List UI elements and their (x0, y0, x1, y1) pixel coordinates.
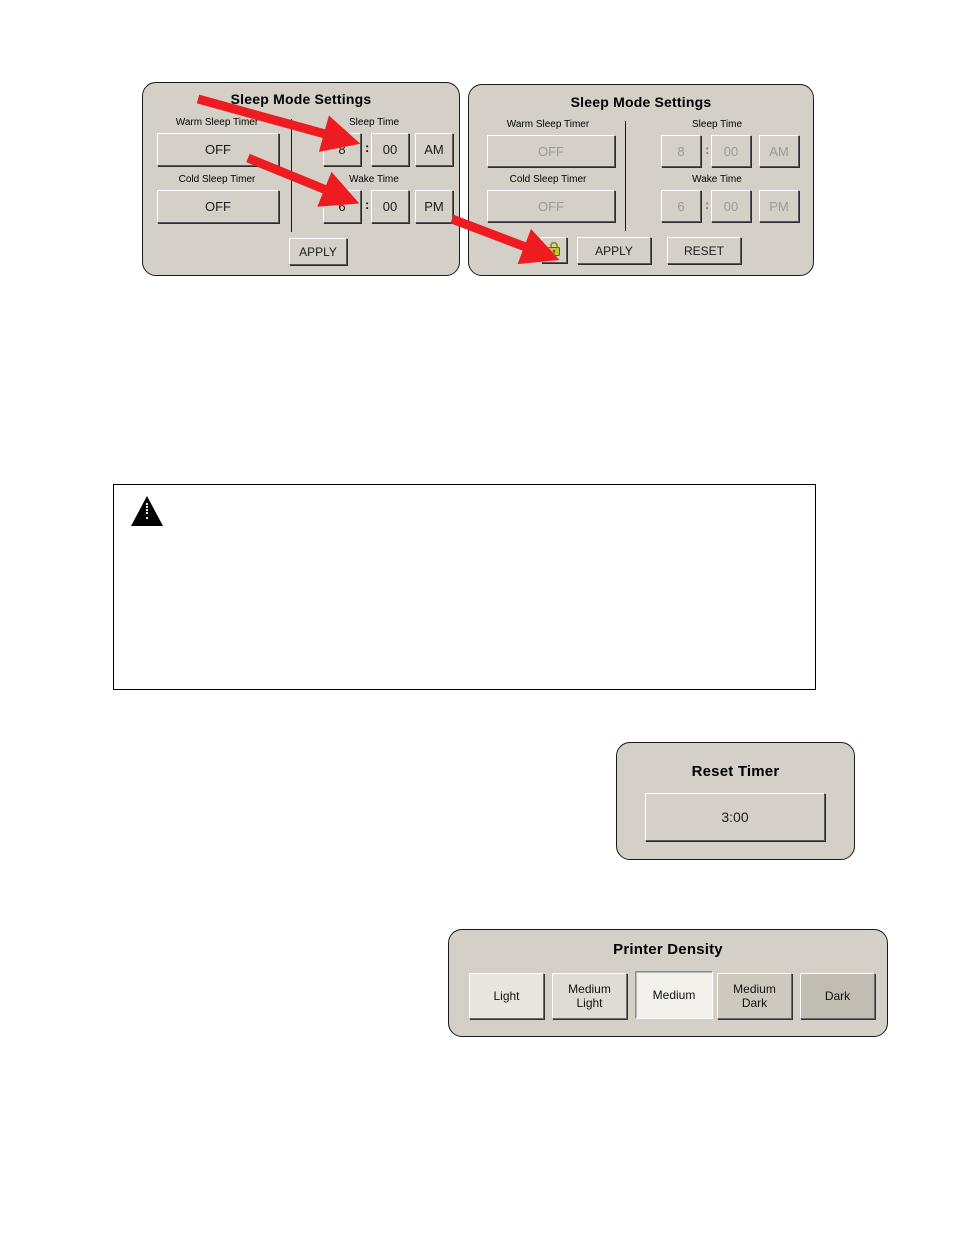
wake-hour-field-locked: 6 (661, 190, 701, 222)
sleep-hour-field[interactable]: 8 (323, 133, 361, 166)
density-option-dark-line1: Dark (824, 989, 851, 1003)
wake-time-label-locked: Wake Time (692, 174, 742, 185)
sleep-meridiem-field-locked: AM (759, 135, 799, 167)
sleep-mode-settings-panel-enabled: Sleep Mode Settings Warm Sleep Timer OFF… (142, 82, 460, 276)
sleep-hour-field-locked: 8 (661, 135, 701, 167)
panel-title-sleep-mode-enabled: Sleep Mode Settings (230, 91, 372, 107)
apply-button-locked[interactable]: APPLY (577, 237, 651, 264)
wake-meridiem-field-locked: PM (759, 190, 799, 222)
warm-sleep-timer-label: Warm Sleep Timer (175, 117, 259, 128)
cold-sleep-timer-value[interactable]: OFF (157, 190, 279, 223)
sleep-time-colon-locked: : (705, 142, 710, 157)
panel-title-reset-timer: Reset Timer (691, 763, 780, 780)
wake-time-colon-locked: : (705, 197, 710, 212)
density-option-medium-dark-line2: Dark (741, 996, 768, 1010)
panel-title-printer-density: Printer Density (613, 941, 723, 958)
density-option-medium-light[interactable]: Medium Light (552, 973, 627, 1019)
density-option-medium-line1: Medium (652, 988, 696, 1002)
warm-sleep-timer-value-locked: OFF (487, 135, 615, 167)
warm-sleep-timer-value[interactable]: OFF (157, 133, 279, 166)
printer-density-panel: Printer Density Light Medium Light Mediu… (448, 929, 888, 1037)
sleep-minute-field-locked: 00 (711, 135, 751, 167)
panel-title-sleep-mode-locked: Sleep Mode Settings (570, 94, 712, 110)
cold-sleep-timer-value-locked: OFF (487, 190, 615, 222)
density-option-medium-light-line2: Light (576, 996, 603, 1010)
reset-button[interactable]: RESET (667, 237, 741, 264)
sleep-mode-settings-panel-locked: Sleep Mode Settings Warm Sleep Timer OFF… (468, 84, 814, 276)
density-option-light-line1: Light (493, 989, 520, 1003)
panel-divider-right (625, 121, 626, 231)
density-option-medium-dark-line1: Medium (733, 982, 776, 996)
warning-triangle-icon (130, 495, 164, 532)
density-option-medium[interactable]: Medium (635, 971, 713, 1019)
density-option-dark[interactable]: Dark (800, 973, 875, 1019)
lock-button[interactable] (541, 237, 567, 263)
cold-sleep-timer-label: Cold Sleep Timer (178, 174, 256, 185)
wake-time-colon: : (365, 197, 370, 212)
padlock-icon (546, 241, 562, 260)
reset-timer-panel: Reset Timer 3:00 (616, 742, 855, 860)
sleep-time-label-locked: Sleep Time (691, 119, 743, 130)
sleep-time-label: Sleep Time (348, 117, 400, 128)
sleep-minute-field[interactable]: 00 (371, 133, 409, 166)
sleep-meridiem-field[interactable]: AM (415, 133, 453, 166)
warm-sleep-timer-label-locked: Warm Sleep Timer (506, 119, 590, 130)
warning-note-box (113, 484, 816, 690)
panel-divider-left (291, 119, 292, 232)
density-option-medium-light-line1: Medium (568, 982, 611, 996)
wake-minute-field[interactable]: 00 (371, 190, 409, 223)
reset-timer-value-field[interactable]: 3:00 (645, 793, 825, 841)
sleep-time-colon: : (365, 140, 370, 155)
density-option-medium-dark[interactable]: Medium Dark (717, 973, 792, 1019)
wake-time-label: Wake Time (349, 174, 399, 185)
apply-button[interactable]: APPLY (289, 238, 347, 265)
cold-sleep-timer-label-locked: Cold Sleep Timer (509, 174, 587, 185)
wake-hour-field[interactable]: 6 (323, 190, 361, 223)
density-option-light[interactable]: Light (469, 973, 544, 1019)
wake-minute-field-locked: 00 (711, 190, 751, 222)
wake-meridiem-field[interactable]: PM (415, 190, 453, 223)
